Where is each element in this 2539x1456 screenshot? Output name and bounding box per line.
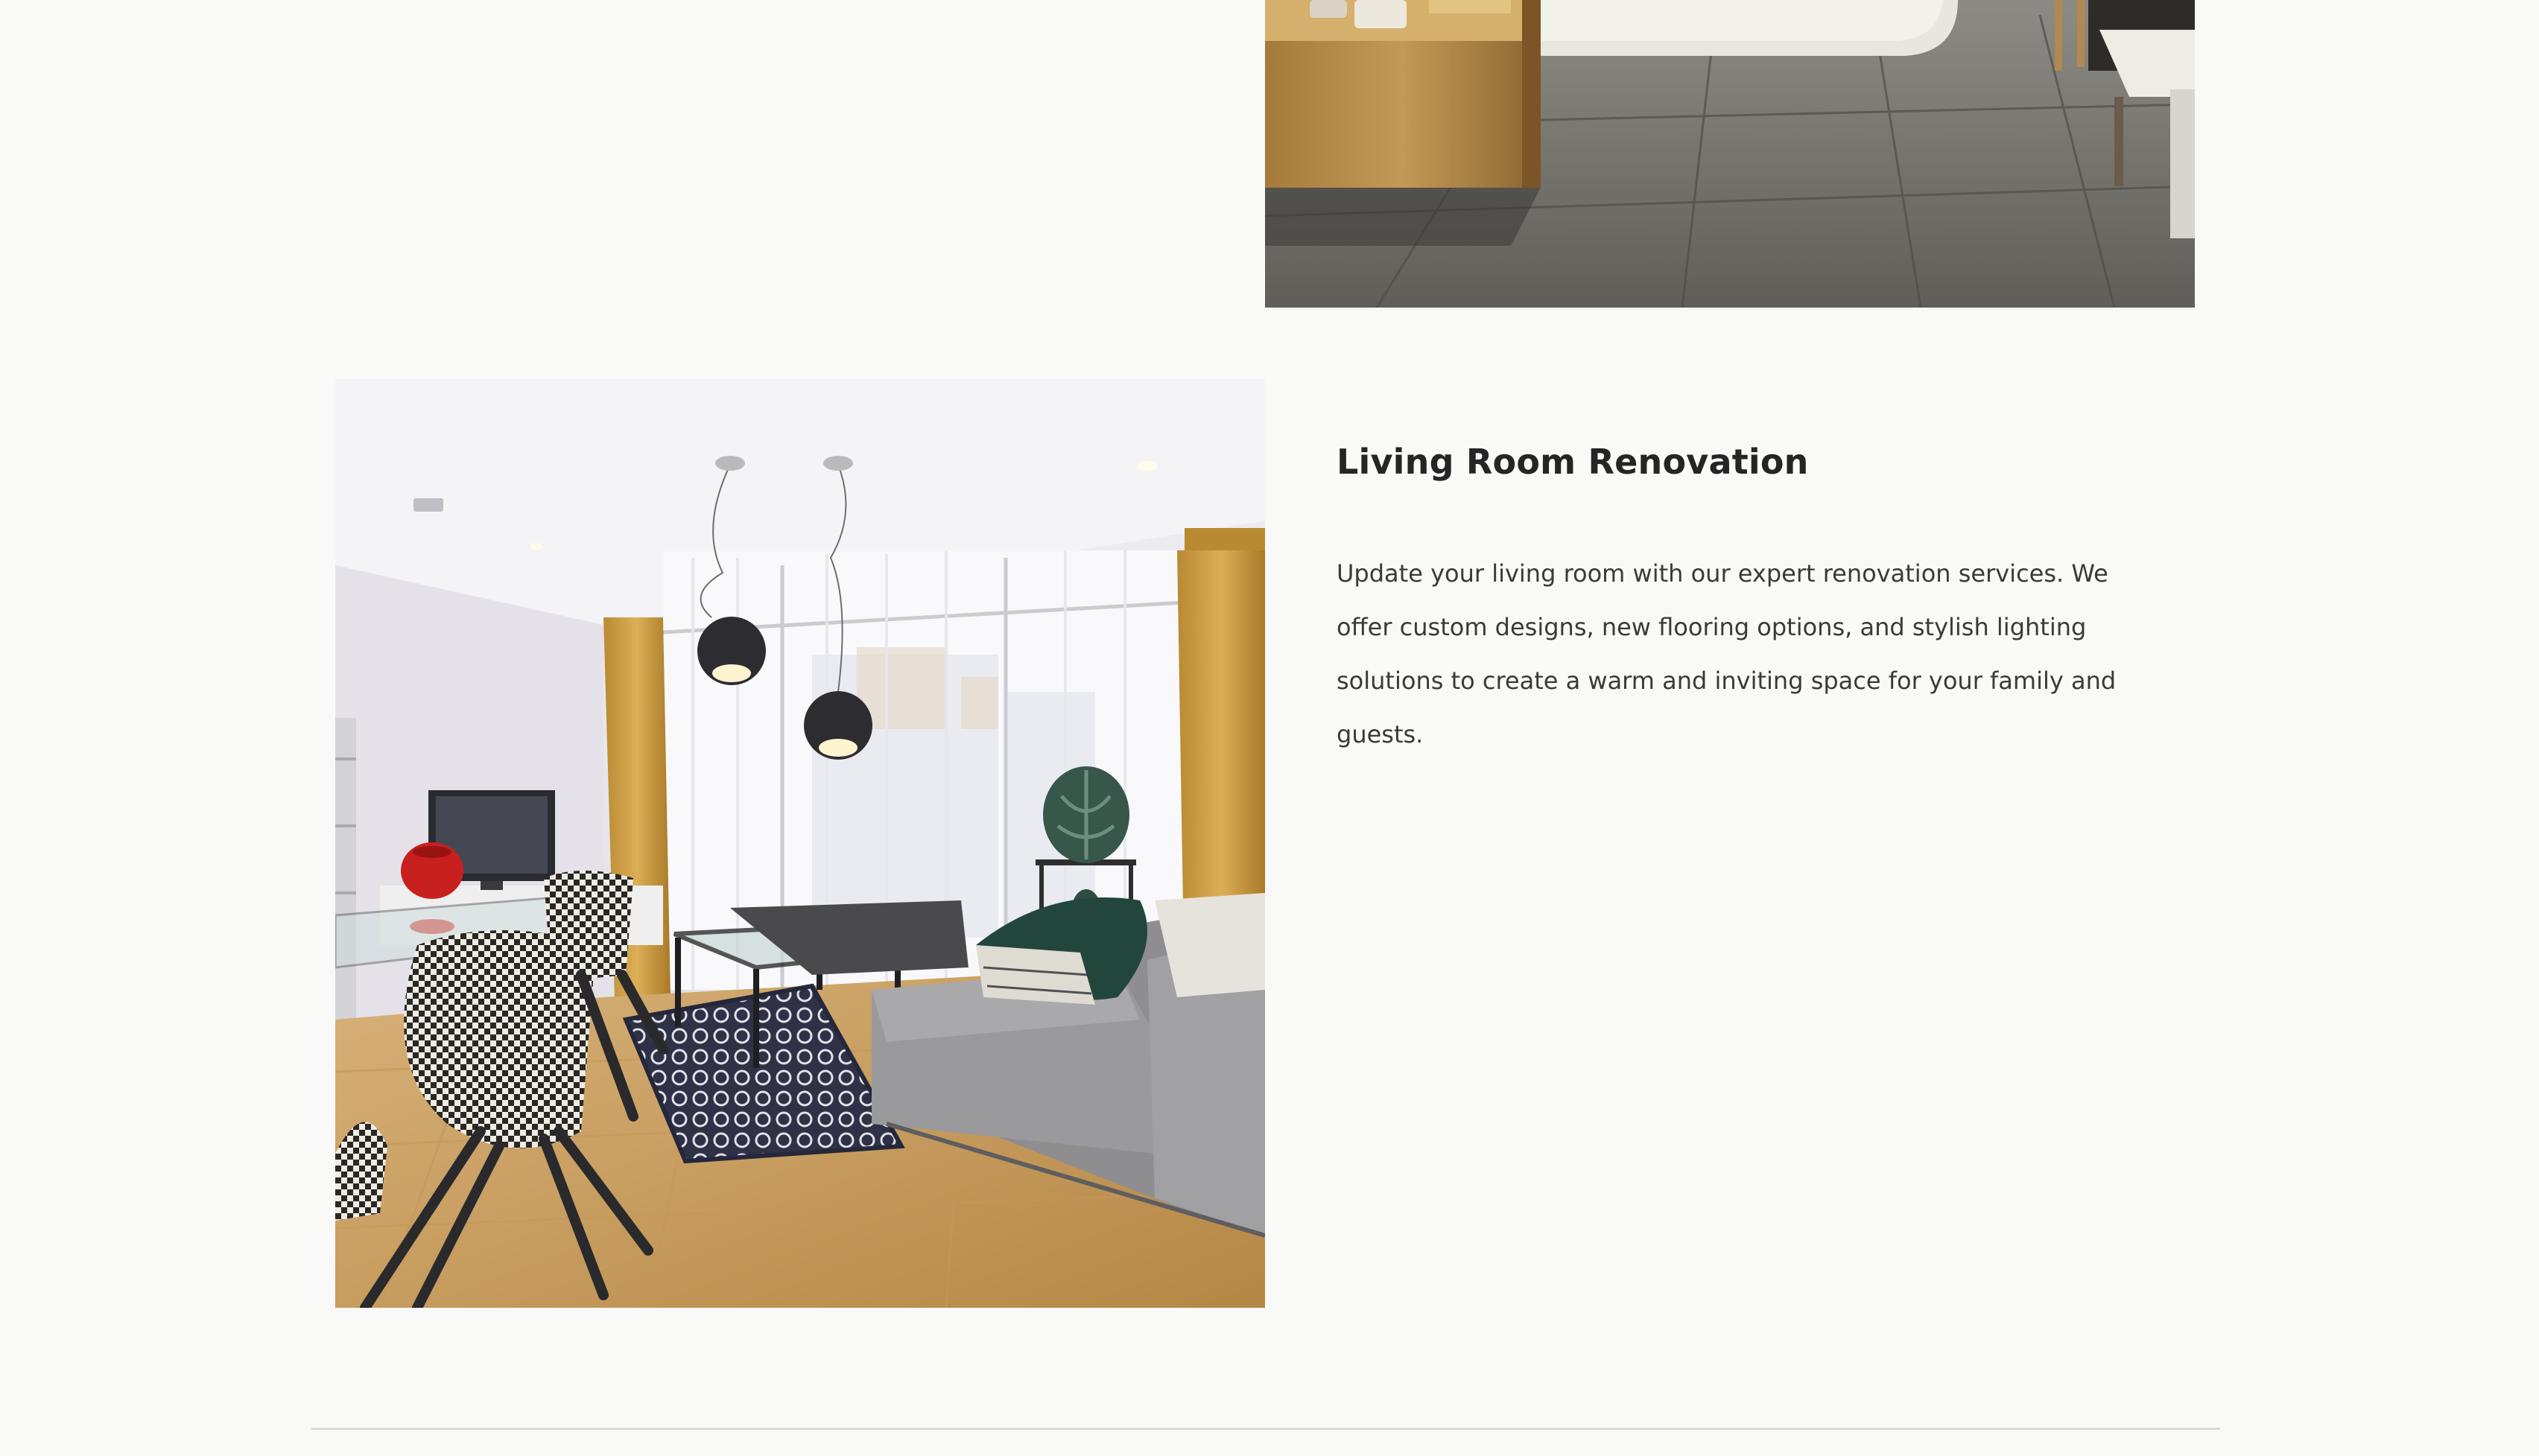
living-room-image xyxy=(335,379,1265,1308)
feature-description: Update your living room with our expert … xyxy=(1337,559,2117,748)
feature-title: Living Room Renovation xyxy=(1337,442,1809,482)
section-divider xyxy=(311,1428,2220,1430)
bathroom-photo-icon xyxy=(1265,0,2195,308)
living-room-photo-icon xyxy=(335,379,1265,1308)
bathroom-image xyxy=(1265,0,2195,308)
living-room-feature: Living Room Renovation Update your livin… xyxy=(1337,436,2164,761)
page: Living Room Renovation Update your livin… xyxy=(0,0,2539,1456)
